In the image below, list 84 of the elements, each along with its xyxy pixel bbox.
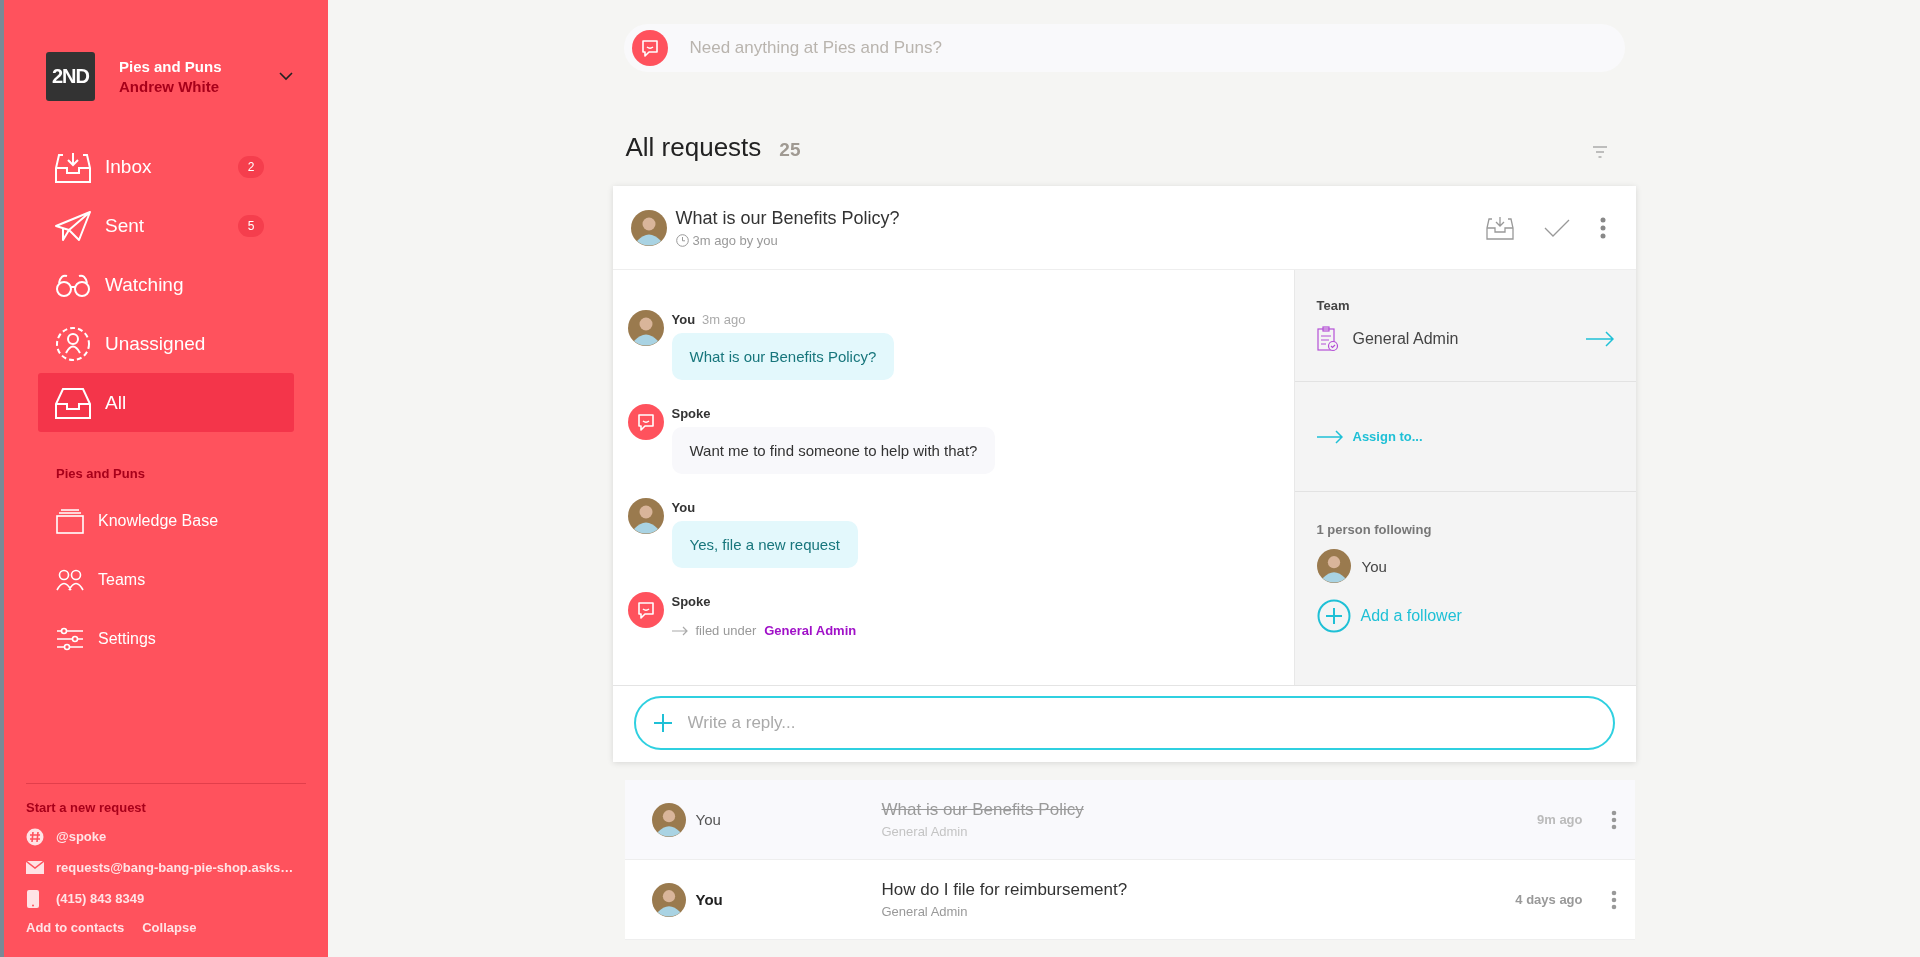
user-name: Andrew White <box>119 78 220 95</box>
message-time: 3m ago <box>702 312 746 327</box>
contact-text: @spoke <box>56 829 107 844</box>
arrow-right-icon[interactable] <box>1585 331 1614 347</box>
nav-item[interactable]: Inbox 2 <box>38 137 294 196</box>
section-title: Start a new request <box>26 800 147 815</box>
count-badge: 2 <box>238 155 264 178</box>
people-icon <box>56 568 84 591</box>
avatar-photo <box>627 498 664 534</box>
avatar-photo <box>630 209 667 246</box>
arrow-right-icon <box>671 625 688 636</box>
request-title: What is our Benefits Policy? <box>675 207 900 229</box>
request-time: 4 days ago <box>1515 892 1583 907</box>
phone-icon <box>26 889 40 908</box>
nav-item[interactable]: Watching <box>38 255 294 314</box>
avatar-photo <box>1316 549 1351 583</box>
author-name: You <box>695 891 723 908</box>
tray-icon <box>55 386 91 419</box>
sidebar-link[interactable]: Add to contacts <box>26 920 125 935</box>
reply-field[interactable]: Write a reply... <box>633 696 1615 750</box>
sender-name: You <box>671 500 696 515</box>
nav-item[interactable]: Knowledge Base <box>4 491 328 550</box>
event-text: filed under <box>695 623 757 638</box>
hash-badge-icon <box>26 827 44 846</box>
contact-text: (415) 843 8349 <box>56 891 145 906</box>
team-name: General Admin <box>1352 330 1460 348</box>
section-title: Pies and Puns <box>56 466 146 481</box>
author-name: You <box>695 811 721 828</box>
chat-bubble-icon <box>627 404 664 440</box>
plus-icon <box>653 714 672 732</box>
sender-name: You <box>671 312 696 327</box>
sender-name: Spoke <box>671 406 711 421</box>
paper-plane-icon <box>55 209 91 242</box>
message-bubble: What is our Benefits Policy? <box>671 333 895 380</box>
person-dashed-circle-icon <box>55 325 91 362</box>
more-options-icon[interactable] <box>1599 216 1606 239</box>
team-name: General Admin <box>881 824 969 839</box>
assign-link[interactable]: Assign to... <box>1316 429 1423 444</box>
clock-icon <box>675 233 689 247</box>
team-link[interactable]: General Admin <box>764 623 857 638</box>
page-title: All requests <box>625 132 762 163</box>
chat-bubble-icon <box>627 592 664 628</box>
nav-item[interactable]: Teams <box>4 550 328 609</box>
nav-item[interactable]: All <box>38 373 294 432</box>
request-meta: 3m ago by you <box>692 232 778 248</box>
arrow-right-icon <box>1316 429 1343 444</box>
checkmark-icon[interactable] <box>1543 218 1570 237</box>
nav-item[interactable]: Settings <box>4 609 328 668</box>
chat-bubble-icon <box>631 30 668 66</box>
envelope-icon <box>26 861 44 874</box>
plus-circle-icon <box>1316 599 1351 633</box>
message-bubble: Yes, file a new request <box>671 521 858 568</box>
more-options-icon[interactable] <box>1610 809 1617 830</box>
request-time: 9m ago <box>1537 812 1583 827</box>
chevron-down-icon[interactable] <box>279 72 293 81</box>
request-count: 25 <box>779 139 801 161</box>
sender-name: Spoke <box>671 594 711 609</box>
team-name: General Admin <box>881 904 969 919</box>
avatar-photo <box>627 310 664 346</box>
sidebar-link[interactable]: Collapse <box>142 920 197 935</box>
follower-name: You <box>1361 557 1387 575</box>
add-follower-button[interactable]: Add a follower <box>1316 599 1462 633</box>
request-title: How do I file for reimbursement? <box>881 880 1129 900</box>
contact-text: requests@bang-bang-pie-shop.asks… <box>56 860 294 875</box>
sliders-icon <box>56 626 84 651</box>
count-badge: 5 <box>238 214 264 237</box>
search-field[interactable]: Need anything at Pies and Puns? <box>623 24 1625 72</box>
clipboard-icon <box>1316 326 1339 352</box>
request-title: What is our Benefits Policy <box>881 800 1085 820</box>
workspace-name: Pies and Puns <box>119 58 223 75</box>
workspace-logo: 2ND <box>46 52 95 101</box>
request-row[interactable]: You What is our Benefits Policy General Admin 9m ago <box>624 780 1635 860</box>
stacked-cards-icon <box>56 507 84 534</box>
filter-icon[interactable] <box>1591 145 1608 159</box>
more-options-icon[interactable] <box>1610 889 1617 910</box>
nav-item[interactable]: Sent 5 <box>38 196 294 255</box>
nav-item[interactable]: Unassigned <box>38 314 294 373</box>
avatar-photo <box>651 802 686 837</box>
avatar-photo <box>651 882 686 917</box>
inbox-tray-icon[interactable] <box>1485 215 1514 240</box>
team-label: Team <box>1316 298 1350 313</box>
message-bubble: Want me to find someone to help with that? <box>671 427 996 474</box>
followers-count: 1 person following <box>1316 522 1433 537</box>
inbox-tray-icon <box>55 150 91 183</box>
